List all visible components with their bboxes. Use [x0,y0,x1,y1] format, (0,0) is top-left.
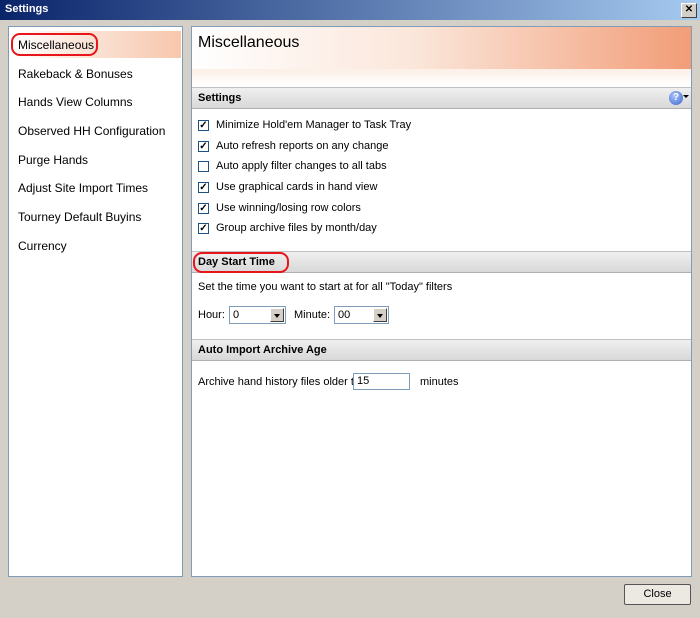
sidebar-item-observed-hh-configuration[interactable]: Observed HH Configuration [18,124,165,138]
checkbox-row-colors[interactable]: ✓ [198,203,209,214]
auto-import-section-header: Auto Import Archive Age [192,339,691,361]
window-close-icon[interactable]: ✕ [681,3,697,18]
checkbox-group-archive[interactable]: ✓ [198,223,209,234]
sidebar-item-adjust-site-import-times[interactable]: Adjust Site Import Times [18,181,148,195]
option-label: Use winning/losing row colors [216,202,361,214]
hour-label: Hour: [198,309,225,321]
option-label: Auto refresh reports on any change [216,140,389,152]
close-button[interactable]: Close [624,584,691,605]
settings-section-title: Settings [198,92,242,104]
checkbox-graphical-cards[interactable]: ✓ [198,182,209,193]
help-question-icon[interactable]: ? [669,91,683,105]
minute-select[interactable]: 00 [334,306,389,324]
hour-select[interactable]: 0 [229,306,286,324]
sidebar-item-hands-view-columns[interactable]: Hands View Columns [18,95,133,109]
settings-main-panel: Miscellaneous Settings ? ✓ Minimize Hold… [191,26,692,577]
option-label: Group archive files by month/day [216,222,377,234]
header-fade [192,69,691,86]
option-label: Auto apply filter changes to all tabs [216,160,387,172]
checkbox-auto-apply-filters[interactable] [198,161,209,172]
archive-age-value: 15 [357,375,370,387]
auto-import-section-title: Auto Import Archive Age [198,344,327,356]
checkbox-auto-refresh[interactable]: ✓ [198,141,209,152]
window-title: Settings [5,3,49,15]
option-label: Use graphical cards in hand view [216,181,378,193]
sidebar-item-purge-hands[interactable]: Purge Hands [18,153,88,167]
minute-select-value: 00 [338,309,351,321]
option-label: Minimize Hold'em Manager to Task Tray [216,119,412,131]
chevron-down-icon[interactable] [270,308,284,322]
hour-select-value: 0 [233,309,240,321]
help-dropdown-arrow-icon[interactable] [683,95,689,98]
page-title: Miscellaneous [198,34,300,51]
sidebar-item-currency[interactable]: Currency [18,239,67,253]
sidebar-item-tourney-default-buyins[interactable]: Tourney Default Buyins [18,210,141,224]
page-header: Miscellaneous [192,27,691,69]
checkbox-minimize-to-tray[interactable]: ✓ [198,120,209,131]
sidebar-item-miscellaneous[interactable]: Miscellaneous [18,38,94,52]
settings-section-header: Settings ? [192,87,691,109]
window-title-bar: Settings ✕ [0,0,700,20]
chevron-down-icon[interactable] [373,308,387,322]
archive-age-unit: minutes [420,376,459,388]
settings-sidebar: Miscellaneous Rakeback & Bonuses Hands V… [8,26,183,577]
sidebar-item-rakeback-bonuses[interactable]: Rakeback & Bonuses [18,67,133,81]
archive-age-label: Archive hand history files older than [198,376,373,388]
minute-label: Minute: [294,309,331,321]
archive-age-input[interactable]: 15 [353,373,410,390]
highlight-circle-day-start [193,252,289,273]
day-start-description: Set the time you want to start at for al… [198,281,453,293]
